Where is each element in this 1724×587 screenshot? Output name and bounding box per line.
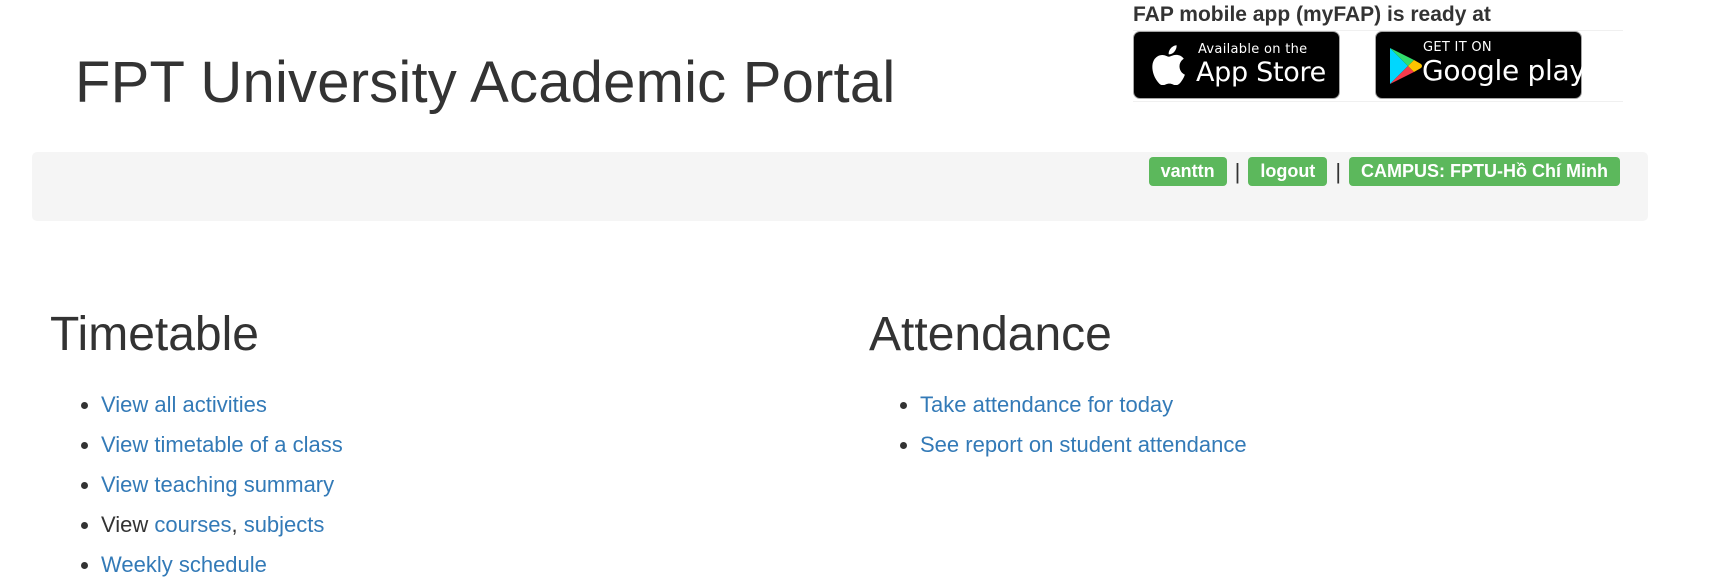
google-play-big-text: Google play: [1422, 54, 1586, 87]
app-store-big-text: App Store: [1196, 57, 1326, 88]
mobile-app-promo-text: FAP mobile app (myFAP) is ready at: [1133, 3, 1491, 26]
list-item: Take attendance for today: [920, 390, 1629, 420]
apple-icon: [1150, 45, 1186, 90]
separator: |: [1335, 158, 1342, 184]
courses-link[interactable]: courses: [154, 512, 231, 537]
google-play-badge[interactable]: GET IT ON Google play: [1375, 31, 1586, 99]
subjects-link[interactable]: subjects: [244, 512, 325, 537]
user-bar: vanttn | logout | CAMPUS: FPTU-Hồ Chí Mi…: [32, 152, 1648, 221]
view-all-activities-link[interactable]: View all activities: [101, 392, 267, 417]
comma-text: ,: [231, 512, 244, 537]
timetable-list: View all activities View timetable of a …: [50, 390, 810, 580]
view-prefix-text: View: [101, 512, 155, 537]
take-attendance-link[interactable]: Take attendance for today: [920, 392, 1173, 417]
username-link[interactable]: vanttn: [1148, 157, 1227, 186]
list-item: View all activities: [101, 390, 810, 420]
timetable-heading: Timetable: [50, 308, 259, 361]
campus-badge[interactable]: CAMPUS: FPTU-Hồ Chí Minh: [1349, 157, 1620, 186]
list-item: See report on student attendance: [920, 430, 1629, 460]
attendance-section: Attendance Take attendance for today See…: [869, 300, 1629, 470]
list-item: Weekly schedule: [101, 550, 810, 580]
list-item: View teaching summary: [101, 470, 810, 500]
user-links: vanttn | logout | CAMPUS: FPTU-Hồ Chí Mi…: [1148, 157, 1620, 186]
logout-link[interactable]: logout: [1248, 157, 1328, 186]
app-store-badge[interactable]: Available on the App Store: [1133, 31, 1340, 99]
list-item: View timetable of a class: [101, 430, 810, 460]
list-item: View courses, subjects: [101, 510, 810, 540]
timetable-section: Timetable View all activities View timet…: [50, 300, 810, 587]
page-title: FPT University Academic Portal: [75, 50, 896, 115]
separator: |: [1234, 158, 1241, 184]
mobile-app-promo: FAP mobile app (myFAP) is ready at Avail…: [1133, 0, 1623, 102]
attendance-heading: Attendance: [869, 308, 1112, 361]
weekly-schedule-link[interactable]: Weekly schedule: [101, 552, 267, 577]
app-store-small-text: Available on the: [1198, 42, 1308, 57]
attendance-report-link[interactable]: See report on student attendance: [920, 432, 1247, 457]
google-play-small-text: GET IT ON: [1423, 40, 1492, 55]
view-teaching-summary-link[interactable]: View teaching summary: [101, 472, 334, 497]
store-badges: Available on the App Store GET IT ON Goo…: [1133, 30, 1623, 102]
view-class-timetable-link[interactable]: View timetable of a class: [101, 432, 343, 457]
page: FPT University Academic Portal FAP mobil…: [0, 0, 1724, 587]
attendance-list: Take attendance for today See report on …: [869, 390, 1629, 460]
google-play-icon: [1388, 46, 1422, 91]
